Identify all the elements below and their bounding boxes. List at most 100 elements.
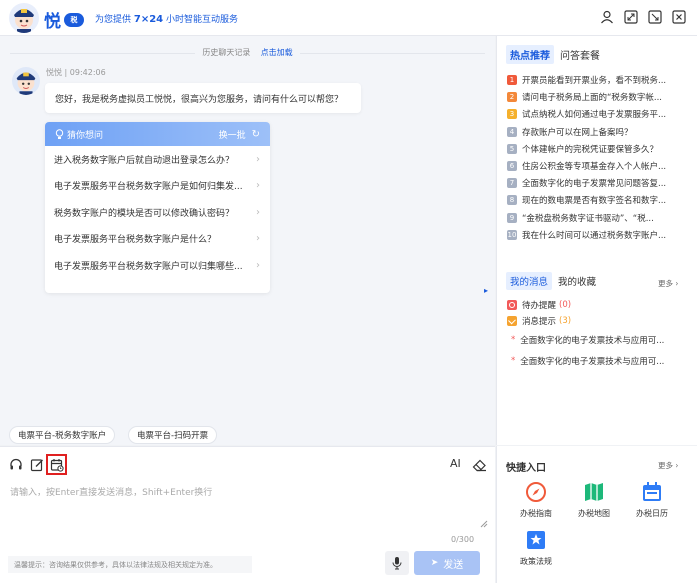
tab-hot-recommend[interactable]: 热点推荐 — [506, 45, 554, 64]
refresh-label: 换一批 — [218, 130, 246, 141]
hot-item[interactable]: 7 全面数字化的电子发票常见问题答复... — [507, 176, 695, 190]
pending-reminder-item[interactable]: 待办提醒 (0) — [507, 299, 571, 311]
quick-chip-digital-account[interactable]: 电票平台-税务数字账户 — [9, 426, 116, 444]
hot-item[interactable]: 10 我在什么时间可以通过税务数字账户... — [507, 228, 695, 242]
hot-item[interactable]: 2 请问电子税务局上面的“税务数字帐... — [507, 90, 695, 104]
chevron-right-icon: › — [256, 233, 260, 245]
guess-header: 猜你想问 换一批 ↻ — [45, 122, 270, 146]
guess-item[interactable]: 电子发票服务平台税务数字账户是什么？ › — [45, 226, 270, 253]
close-icon[interactable] — [672, 10, 686, 24]
message-input[interactable]: 请输入，按Enter直接发送消息，Shift+Enter换行 — [10, 485, 212, 498]
notice-item[interactable]: 消息提示 (3) — [507, 315, 571, 327]
hot-item[interactable]: 5 个体建帐户的完税凭证要保管多久？ — [507, 142, 695, 156]
mail-icon — [507, 316, 517, 326]
hot-item[interactable]: 6 住房公积金等专项基金存入个人帐户... — [507, 159, 695, 173]
quick-item-label: 办税日历 — [636, 509, 668, 518]
bot-avatar — [12, 67, 40, 95]
more-label: 更多 — [658, 461, 673, 470]
slogan-prefix: 为您提供 — [95, 15, 132, 25]
assistant-avatar-logo — [9, 3, 39, 33]
hot-item[interactable]: 3 试点纳税人如何通过电子发票服务平... — [507, 107, 695, 121]
message-item-text: 全面数字化的电子发票技术与应用可... — [520, 336, 665, 346]
quick-policy-button[interactable]: 政策法规 — [510, 529, 562, 571]
tab-my-messages[interactable]: 我的消息 — [506, 272, 553, 290]
calendar-clock-icon[interactable] — [50, 458, 64, 472]
message-sender-time: 悦悦 | 09:42:06 — [46, 68, 106, 77]
message-item[interactable]: * 全面数字化的电子发票技术与应用可... — [511, 334, 664, 346]
guess-item[interactable]: 电子发票服务平台税务数字账户可以归集哪些... › — [45, 252, 270, 279]
rank-badge: 8 — [507, 195, 517, 206]
quick-more-link[interactable]: 更多 › — [658, 460, 678, 471]
refresh-icon: ↻ — [251, 128, 260, 140]
bullet-star-icon: * — [511, 356, 516, 366]
rank-badge: 2 — [507, 92, 517, 103]
disclaimer-tip: 温馨提示：咨询结果仅供参考，具体以法律法规及相关规定为准。 — [8, 556, 252, 573]
brand-name: 悦 — [44, 12, 61, 32]
guess-item-text: 电子发票服务平台税务数字账户可以归集哪些... — [54, 261, 243, 272]
hot-item-text: 请问电子税务局上面的“税务数字帐... — [522, 93, 663, 104]
compass-icon — [526, 482, 546, 502]
tab-my-favorites[interactable]: 我的收藏 — [558, 274, 596, 288]
lightbulb-icon — [55, 128, 64, 139]
hot-item-text: 存款账户可以在网上备案吗？ — [522, 127, 633, 138]
tab-qa-package[interactable]: 问答套餐 — [560, 47, 600, 62]
ai-button[interactable]: AI — [450, 457, 461, 470]
rank-badge: 9 — [507, 212, 517, 223]
quick-chip-scan-invoice[interactable]: 电票平台-扫码开票 — [128, 426, 218, 444]
guess-item-text: 电子发票服务平台税务数字账户是如何归集发... — [54, 182, 243, 193]
hot-item[interactable]: 4 存款账户可以在网上备案吗？ — [507, 125, 695, 139]
pending-label: 待办提醒 — [522, 301, 557, 311]
user-icon[interactable] — [600, 10, 614, 24]
eraser-icon[interactable] — [472, 458, 486, 472]
headset-icon[interactable] — [9, 458, 23, 472]
hot-item-text: “金税盘税务数字证书驱动”、“税... — [522, 213, 654, 224]
notice-count: (3) — [559, 316, 572, 326]
rank-badge: 10 — [507, 229, 517, 240]
guess-item-text: 税务数字账户的模块是否可以修改确认密码？ — [54, 208, 235, 219]
brand-logo: 悦 税 — [44, 7, 84, 32]
guess-card: 猜你想问 换一批 ↻ 进入税务数字账户后就自动退出登录怎么办？ › 电子发票服务平… — [45, 122, 270, 293]
messages-more-link[interactable]: 更多 › — [658, 278, 678, 289]
guess-item[interactable]: 进入税务数字账户后就自动退出登录怎么办？ › — [45, 146, 270, 173]
resize-handle-icon[interactable] — [480, 520, 488, 528]
load-history-link[interactable]: 点击加载 — [261, 48, 293, 57]
notice-label: 消息提示 — [522, 317, 557, 327]
microphone-button[interactable] — [385, 551, 409, 575]
header-slogan: 为您提供 7×24 小时智能互动服务 — [95, 12, 238, 25]
rank-badge: 5 — [507, 143, 517, 154]
hot-tabs: 热点推荐 问答套餐 — [506, 45, 600, 64]
chevron-right-icon: › — [256, 153, 260, 165]
send-label: 发送 — [443, 559, 464, 571]
quick-guide-button[interactable]: 办税指南 — [510, 481, 562, 523]
hot-item[interactable]: 9 “金税盘税务数字证书驱动”、“税... — [507, 211, 695, 225]
hot-item-text: 我在什么时间可以通过税务数字账户... — [522, 230, 667, 241]
rank-badge: 4 — [507, 126, 517, 137]
guess-title: 猜你想问 — [67, 130, 104, 141]
quick-map-button[interactable]: 办税地图 — [568, 481, 620, 523]
hot-item[interactable]: 8 现在的数电票是否有数字签名和数字... — [507, 193, 695, 207]
guess-item-text: 电子发票服务平台税务数字账户是什么？ — [54, 235, 217, 246]
history-bar: 历史聊天记录 点击加载 — [0, 47, 495, 59]
guess-item[interactable]: 电子发票服务平台税务数字账户是如何归集发... › — [45, 173, 270, 200]
hot-item-text: 全面数字化的电子发票常见问题答复... — [522, 179, 667, 190]
chevron-right-icon: › — [256, 206, 260, 218]
minimize-icon[interactable] — [648, 10, 662, 24]
history-label: 历史聊天记录 — [202, 48, 251, 57]
hot-item-text: 现在的数电票是否有数字签名和数字... — [522, 196, 667, 207]
greeting-bubble: 您好，我是税务虚拟员工悦悦，很高兴为您服务，请问有什么可以帮您？ — [45, 83, 361, 113]
quick-calendar-button[interactable]: 办税日历 — [626, 481, 678, 523]
hot-item[interactable]: 1 开票员能看到开票业务，看不到税务... — [507, 73, 695, 87]
map-icon — [585, 483, 603, 501]
bullet-star-icon: * — [511, 335, 516, 345]
pending-count: (0) — [559, 300, 572, 310]
refresh-batch-button[interactable]: 换一批 ↻ — [219, 128, 260, 141]
slogan-hours: 7×24 — [133, 14, 164, 25]
collapse-arrow-icon[interactable]: ▸ — [484, 286, 496, 300]
message-item[interactable]: * 全面数字化的电子发票技术与应用可... — [511, 355, 664, 367]
guess-item-text: 进入税务数字账户后就自动退出登录怎么办？ — [54, 155, 235, 166]
guess-item[interactable]: 税务数字账户的模块是否可以修改确认密码？ › — [45, 199, 270, 226]
chevron-right-icon: › — [256, 180, 260, 192]
expand-icon[interactable] — [624, 10, 638, 24]
send-button[interactable]: ➤ 发送 — [414, 551, 480, 575]
edit-icon[interactable] — [30, 458, 44, 472]
